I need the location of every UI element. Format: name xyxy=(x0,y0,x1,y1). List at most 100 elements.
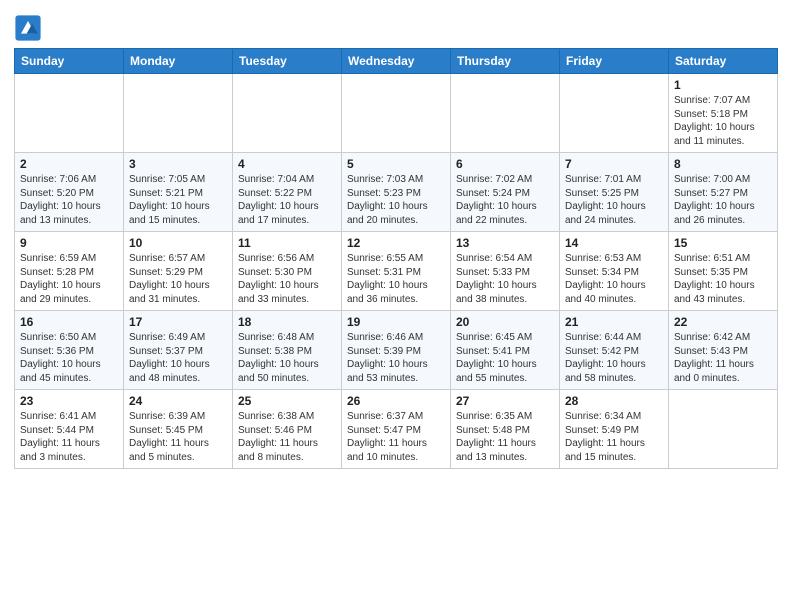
day-info: Sunrise: 6:50 AM Sunset: 5:36 PM Dayligh… xyxy=(20,331,118,385)
day-cell: 8 Sunrise: 7:00 AM Sunset: 5:27 PM Daylig… xyxy=(669,153,778,232)
day-number: 22 xyxy=(674,315,772,329)
day-cell: 27 Sunrise: 6:35 AM Sunset: 5:48 PM Dayli… xyxy=(451,390,560,469)
day-info: Sunrise: 7:03 AM Sunset: 5:23 PM Dayligh… xyxy=(347,173,445,227)
day-info: Sunrise: 7:07 AM Sunset: 5:18 PM Dayligh… xyxy=(674,94,772,148)
weekday-friday: Friday xyxy=(560,49,669,74)
day-cell: 9 Sunrise: 6:59 AM Sunset: 5:28 PM Daylig… xyxy=(15,232,124,311)
day-cell: 22 Sunrise: 6:42 AM Sunset: 5:43 PM Dayli… xyxy=(669,311,778,390)
day-number: 27 xyxy=(456,394,554,408)
day-cell: 7 Sunrise: 7:01 AM Sunset: 5:25 PM Daylig… xyxy=(560,153,669,232)
day-number: 12 xyxy=(347,236,445,250)
day-number: 8 xyxy=(674,157,772,171)
day-number: 16 xyxy=(20,315,118,329)
day-cell: 19 Sunrise: 6:46 AM Sunset: 5:39 PM Dayli… xyxy=(342,311,451,390)
day-info: Sunrise: 6:53 AM Sunset: 5:34 PM Dayligh… xyxy=(565,252,663,306)
day-number: 7 xyxy=(565,157,663,171)
day-cell xyxy=(124,74,233,153)
day-cell: 4Sunrise: 7:04 AM Sunset: 5:22 PM Daylig… xyxy=(233,153,342,232)
day-info: Sunrise: 6:51 AM Sunset: 5:35 PM Dayligh… xyxy=(674,252,772,306)
day-info: Sunrise: 6:59 AM Sunset: 5:28 PM Dayligh… xyxy=(20,252,118,306)
weekday-header: SundayMondayTuesdayWednesdayThursdayFrid… xyxy=(15,49,778,74)
day-number: 24 xyxy=(129,394,227,408)
weekday-tuesday: Tuesday xyxy=(233,49,342,74)
day-cell: 2 Sunrise: 7:06 AM Sunset: 5:20 PM Daylig… xyxy=(15,153,124,232)
day-number: 1 xyxy=(674,78,772,92)
weekday-sunday: Sunday xyxy=(15,49,124,74)
day-cell: 17 Sunrise: 6:49 AM Sunset: 5:37 PM Dayli… xyxy=(124,311,233,390)
day-info: Sunrise: 6:38 AM Sunset: 5:46 PM Dayligh… xyxy=(238,410,336,464)
day-number: 21 xyxy=(565,315,663,329)
day-number: 18 xyxy=(238,315,336,329)
day-cell xyxy=(342,74,451,153)
day-info: Sunrise: 7:00 AM Sunset: 5:27 PM Dayligh… xyxy=(674,173,772,227)
day-info: Sunrise: 6:34 AM Sunset: 5:49 PM Dayligh… xyxy=(565,410,663,464)
day-cell: 5 Sunrise: 7:03 AM Sunset: 5:23 PM Daylig… xyxy=(342,153,451,232)
logo-icon xyxy=(14,14,42,42)
day-cell: 20 Sunrise: 6:45 AM Sunset: 5:41 PM Dayli… xyxy=(451,311,560,390)
day-number: 11 xyxy=(238,236,336,250)
day-info: Sunrise: 6:35 AM Sunset: 5:48 PM Dayligh… xyxy=(456,410,554,464)
day-number: 13 xyxy=(456,236,554,250)
day-info: Sunrise: 7:02 AM Sunset: 5:24 PM Dayligh… xyxy=(456,173,554,227)
page: SundayMondayTuesdayWednesdayThursdayFrid… xyxy=(0,0,792,612)
day-info: Sunrise: 6:42 AM Sunset: 5:43 PM Dayligh… xyxy=(674,331,772,385)
weekday-thursday: Thursday xyxy=(451,49,560,74)
day-number: 26 xyxy=(347,394,445,408)
day-cell: 26 Sunrise: 6:37 AM Sunset: 5:47 PM Dayli… xyxy=(342,390,451,469)
day-cell: 6 Sunrise: 7:02 AM Sunset: 5:24 PM Daylig… xyxy=(451,153,560,232)
calendar: SundayMondayTuesdayWednesdayThursdayFrid… xyxy=(14,48,778,469)
day-cell: 18 Sunrise: 6:48 AM Sunset: 5:38 PM Dayli… xyxy=(233,311,342,390)
day-cell xyxy=(669,390,778,469)
day-cell: 21Sunrise: 6:44 AM Sunset: 5:42 PM Dayli… xyxy=(560,311,669,390)
day-info: Sunrise: 7:06 AM Sunset: 5:20 PM Dayligh… xyxy=(20,173,118,227)
day-info: Sunrise: 6:49 AM Sunset: 5:37 PM Dayligh… xyxy=(129,331,227,385)
day-cell xyxy=(451,74,560,153)
header xyxy=(14,10,778,42)
week-row-4: 16 Sunrise: 6:50 AM Sunset: 5:36 PM Dayli… xyxy=(15,311,778,390)
day-info: Sunrise: 7:05 AM Sunset: 5:21 PM Dayligh… xyxy=(129,173,227,227)
day-info: Sunrise: 6:41 AM Sunset: 5:44 PM Dayligh… xyxy=(20,410,118,464)
day-cell: 28 Sunrise: 6:34 AM Sunset: 5:49 PM Dayli… xyxy=(560,390,669,469)
day-info: Sunrise: 6:55 AM Sunset: 5:31 PM Dayligh… xyxy=(347,252,445,306)
day-number: 5 xyxy=(347,157,445,171)
weekday-saturday: Saturday xyxy=(669,49,778,74)
day-number: 17 xyxy=(129,315,227,329)
day-number: 28 xyxy=(565,394,663,408)
day-info: Sunrise: 7:04 AM Sunset: 5:22 PM Dayligh… xyxy=(238,173,336,227)
day-info: Sunrise: 6:48 AM Sunset: 5:38 PM Dayligh… xyxy=(238,331,336,385)
day-info: Sunrise: 6:37 AM Sunset: 5:47 PM Dayligh… xyxy=(347,410,445,464)
weekday-monday: Monday xyxy=(124,49,233,74)
day-cell xyxy=(233,74,342,153)
week-row-3: 9 Sunrise: 6:59 AM Sunset: 5:28 PM Daylig… xyxy=(15,232,778,311)
day-info: Sunrise: 6:39 AM Sunset: 5:45 PM Dayligh… xyxy=(129,410,227,464)
day-info: Sunrise: 6:46 AM Sunset: 5:39 PM Dayligh… xyxy=(347,331,445,385)
day-cell: 3Sunrise: 7:05 AM Sunset: 5:21 PM Daylig… xyxy=(124,153,233,232)
day-number: 2 xyxy=(20,157,118,171)
day-number: 14 xyxy=(565,236,663,250)
week-row-5: 23 Sunrise: 6:41 AM Sunset: 5:44 PM Dayli… xyxy=(15,390,778,469)
logo xyxy=(14,14,44,42)
day-cell: 14 Sunrise: 6:53 AM Sunset: 5:34 PM Dayli… xyxy=(560,232,669,311)
day-number: 23 xyxy=(20,394,118,408)
weekday-wednesday: Wednesday xyxy=(342,49,451,74)
day-number: 6 xyxy=(456,157,554,171)
day-info: Sunrise: 6:54 AM Sunset: 5:33 PM Dayligh… xyxy=(456,252,554,306)
day-number: 19 xyxy=(347,315,445,329)
day-number: 15 xyxy=(674,236,772,250)
day-info: Sunrise: 6:56 AM Sunset: 5:30 PM Dayligh… xyxy=(238,252,336,306)
day-cell: 16 Sunrise: 6:50 AM Sunset: 5:36 PM Dayli… xyxy=(15,311,124,390)
calendar-body: 1 Sunrise: 7:07 AM Sunset: 5:18 PM Daylig… xyxy=(15,74,778,469)
day-cell: 11 Sunrise: 6:56 AM Sunset: 5:30 PM Dayli… xyxy=(233,232,342,311)
day-number: 10 xyxy=(129,236,227,250)
day-cell: 13 Sunrise: 6:54 AM Sunset: 5:33 PM Dayli… xyxy=(451,232,560,311)
day-cell: 24 Sunrise: 6:39 AM Sunset: 5:45 PM Dayli… xyxy=(124,390,233,469)
day-number: 20 xyxy=(456,315,554,329)
day-info: Sunrise: 6:57 AM Sunset: 5:29 PM Dayligh… xyxy=(129,252,227,306)
day-number: 9 xyxy=(20,236,118,250)
day-cell: 1 Sunrise: 7:07 AM Sunset: 5:18 PM Daylig… xyxy=(669,74,778,153)
day-cell: 25Sunrise: 6:38 AM Sunset: 5:46 PM Dayli… xyxy=(233,390,342,469)
day-info: Sunrise: 7:01 AM Sunset: 5:25 PM Dayligh… xyxy=(565,173,663,227)
day-cell: 15 Sunrise: 6:51 AM Sunset: 5:35 PM Dayli… xyxy=(669,232,778,311)
day-cell: 23 Sunrise: 6:41 AM Sunset: 5:44 PM Dayli… xyxy=(15,390,124,469)
day-info: Sunrise: 6:45 AM Sunset: 5:41 PM Dayligh… xyxy=(456,331,554,385)
